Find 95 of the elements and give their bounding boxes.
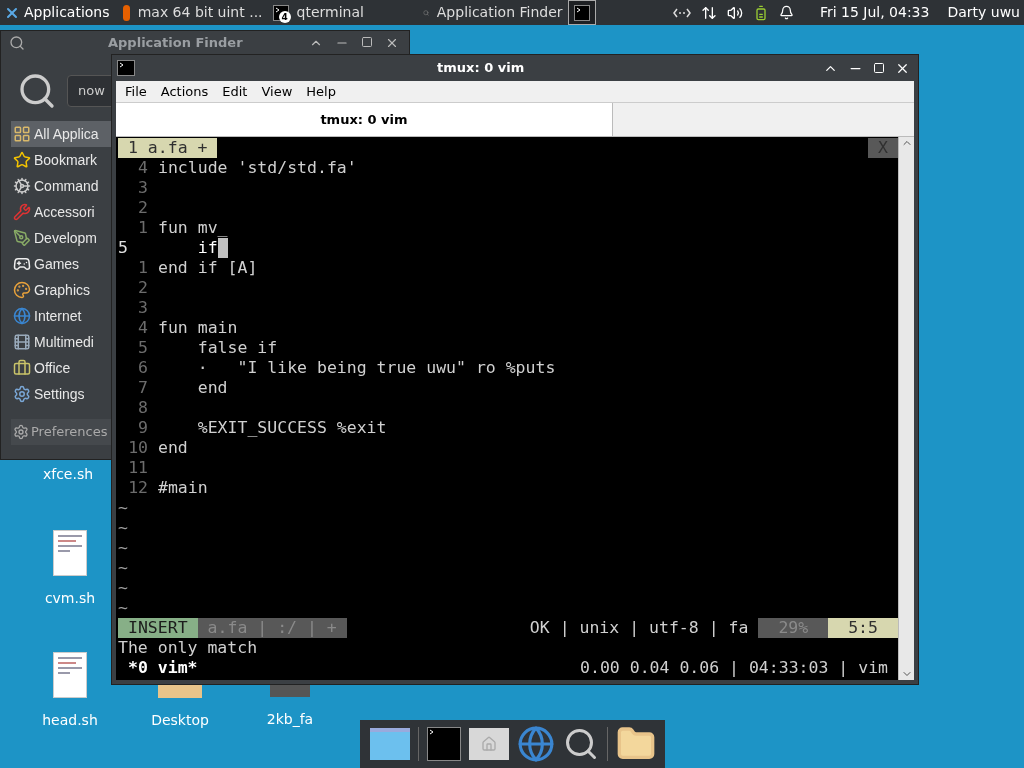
category-item[interactable]: Graphics xyxy=(11,277,112,303)
desktop-icon[interactable] xyxy=(369,728,410,760)
category-icon xyxy=(13,385,31,403)
line-number: 10 xyxy=(127,438,149,458)
document-icon xyxy=(53,652,87,698)
terminal-icon xyxy=(426,727,461,761)
taskbar-button[interactable] xyxy=(567,0,596,25)
line-number: 2 xyxy=(137,198,149,218)
line-number: 4 xyxy=(137,158,149,178)
category-item[interactable]: Office xyxy=(11,355,112,381)
text-cursor xyxy=(217,238,228,258)
clock[interactable]: Fri 15 Jul, 04:33 xyxy=(819,2,930,23)
line-number: 3 xyxy=(137,178,149,198)
empty-line-marker: ~ xyxy=(118,538,128,558)
empty-line-marker: ~ xyxy=(118,598,128,618)
search-icon xyxy=(9,35,25,51)
category-icon xyxy=(13,333,31,351)
category-item[interactable]: Multimedi xyxy=(11,329,112,355)
code-line: false if xyxy=(196,338,278,358)
line-number: 9 xyxy=(137,418,149,438)
buffer-tab[interactable]: 1 a.fa + xyxy=(118,138,218,158)
menu-item[interactable]: Actions xyxy=(160,81,209,102)
close-icon[interactable] xyxy=(385,36,399,50)
cursor-position: 5:5 xyxy=(828,618,898,638)
network-icon[interactable] xyxy=(672,7,691,18)
category-icon xyxy=(13,359,31,377)
code-line: include 'std/std.fa' xyxy=(158,158,357,178)
terminal-icon xyxy=(117,60,135,76)
category-item[interactable]: Settings xyxy=(11,381,112,407)
search-field[interactable]: now xyxy=(67,75,113,107)
category-icon xyxy=(13,255,31,273)
line-number: 11 xyxy=(127,458,149,478)
preferences-button[interactable]: Preferences xyxy=(11,419,112,445)
line-number: 3 xyxy=(137,298,149,318)
code-line: · "I like being true uwu" ro %puts xyxy=(196,358,556,378)
gear-icon xyxy=(13,424,29,440)
category-icon xyxy=(13,125,31,143)
line-number: 12 xyxy=(127,478,149,498)
window-title: Application Finder xyxy=(108,34,243,53)
notification-icon[interactable] xyxy=(778,5,794,20)
menu-item[interactable]: View xyxy=(261,81,293,102)
category-item[interactable]: Games xyxy=(11,251,112,277)
document-icon xyxy=(53,530,87,576)
category-icon xyxy=(13,151,31,169)
maximize-icon[interactable] xyxy=(361,36,373,48)
applications-menu[interactable]: Applications xyxy=(0,0,114,25)
line-number: 2 xyxy=(137,278,149,298)
transfer-icon[interactable] xyxy=(700,4,717,21)
code-line: if xyxy=(196,238,218,258)
empty-line-marker: ~ xyxy=(118,558,128,578)
volume-icon[interactable] xyxy=(726,4,743,21)
category-item[interactable]: Internet xyxy=(11,303,112,329)
category-icon xyxy=(13,203,31,221)
category-icon xyxy=(13,229,31,247)
search-icon xyxy=(17,71,57,111)
tmux-window[interactable]: *0 vim* xyxy=(118,658,198,678)
code-line: end xyxy=(158,438,188,458)
terminal-icon xyxy=(573,4,590,21)
line-number: 5 xyxy=(118,238,129,258)
category-icon xyxy=(13,177,31,195)
code-line: end xyxy=(196,378,228,398)
code-line: #main xyxy=(158,478,208,498)
code-line: end if [A] xyxy=(158,258,258,278)
empty-line-marker: ~ xyxy=(118,578,128,598)
code-line: fun mv_ xyxy=(158,218,228,238)
menu-item[interactable]: Edit xyxy=(222,81,248,102)
vim-message: The only match xyxy=(118,638,258,658)
code-line: fun main xyxy=(158,318,238,338)
menu-item[interactable]: File xyxy=(125,81,147,102)
file-status: OK | unix | utf-8 | fa xyxy=(528,618,750,638)
line-number: 7 xyxy=(137,378,149,398)
empty-line-marker: ~ xyxy=(118,518,128,538)
category-item[interactable]: All Applica xyxy=(11,121,112,147)
category-item[interactable]: Command xyxy=(11,173,112,199)
line-number: 6 xyxy=(137,358,149,378)
category-icon xyxy=(13,281,31,299)
globe-icon[interactable] xyxy=(516,725,555,763)
empty-line-marker: ~ xyxy=(118,498,128,518)
line-number: 5 xyxy=(137,338,149,358)
window-title: tmux: 0 vim xyxy=(437,59,525,78)
category-item[interactable]: Developm xyxy=(11,225,112,251)
mode-indicator: INSERT xyxy=(118,618,198,638)
category-item[interactable]: Accessori xyxy=(11,199,112,225)
code-line: %EXIT_SUCCESS %exit xyxy=(196,418,387,438)
tmux-status: 0.00 0.04 0.06 | 04:33:03 | vim xyxy=(580,658,889,678)
line-number: 8 xyxy=(137,398,149,418)
line-number: 1 xyxy=(137,218,149,238)
home-folder-icon[interactable] xyxy=(468,728,509,760)
terminal-tab[interactable]: tmux: 0 vim xyxy=(116,103,613,136)
category-item[interactable]: Bookmark xyxy=(11,147,112,173)
menu-item[interactable]: Help xyxy=(306,81,336,102)
category-icon xyxy=(13,307,31,325)
line-number: 4 xyxy=(137,318,149,338)
user-name[interactable]: Darty uwu xyxy=(947,2,1020,23)
line-number: 1 xyxy=(137,258,149,278)
